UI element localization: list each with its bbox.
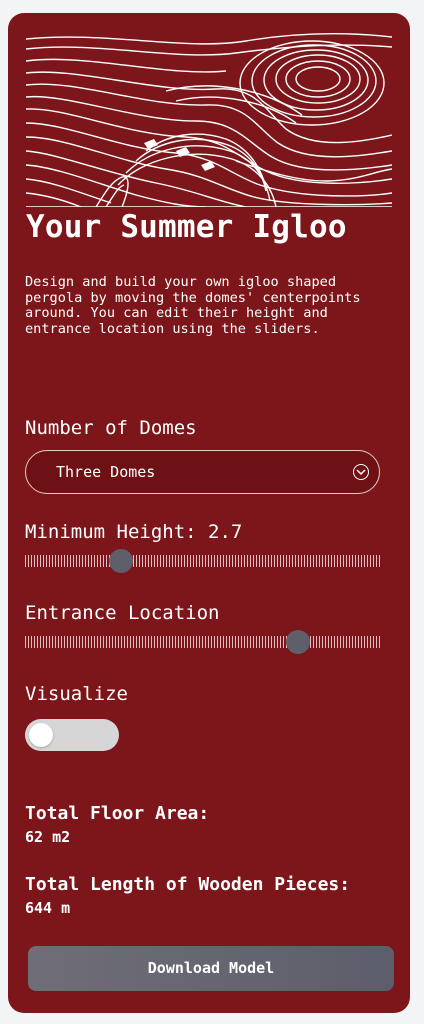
entrance-thumb[interactable] [286,630,311,654]
page-title: Your Summer Igloo [26,209,347,245]
description-text: Design and build your own igloo shaped p… [25,274,361,337]
igloo-panel: Your Summer Igloo Design and build your … [8,13,410,1013]
wood-length-value: 644 m [25,899,71,917]
visualize-toggle[interactable] [25,719,119,751]
floor-area-value: 62 m2 [25,828,71,846]
min-height-thumb[interactable] [108,549,133,573]
entrance-label: Entrance Location [25,602,220,624]
contour-illustration [26,31,392,207]
visualize-label: Visualize [25,683,128,705]
entrance-slider[interactable] [25,630,380,654]
entrance-track[interactable] [25,636,380,648]
min-height-track[interactable] [25,555,380,567]
download-model-button[interactable]: Download Model [28,946,394,991]
toggle-knob [29,723,53,747]
floor-area-label: Total Floor Area: [25,803,210,824]
domes-select[interactable]: Three Domes [25,450,380,494]
wood-length-label: Total Length of Wooden Pieces: [25,874,351,895]
domes-label: Number of Domes [25,417,197,439]
min-height-label: Minimum Height: 2.7 [25,521,243,543]
min-height-slider[interactable] [25,549,380,573]
domes-select-value: Three Domes [56,463,156,481]
chevron-down-icon [353,464,369,480]
